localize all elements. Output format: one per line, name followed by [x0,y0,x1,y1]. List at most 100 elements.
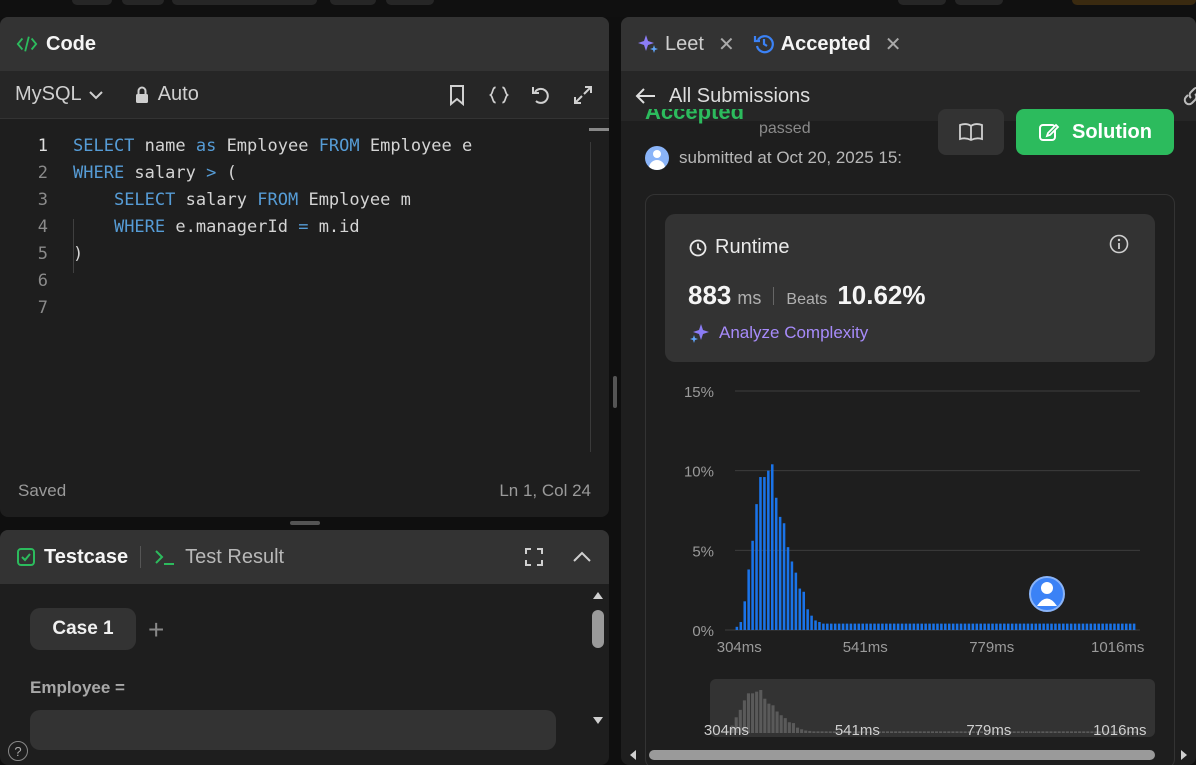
histogram-bar[interactable] [1054,623,1057,630]
top-pill[interactable] [122,0,164,5]
histogram-bar[interactable] [1081,623,1085,630]
runtime-card[interactable]: Runtime 883 ms Beats 10.62% Analyze Comp… [665,214,1155,362]
code-line[interactable]: 2 WHERE salary > ( [0,160,609,187]
analyze-complexity-link[interactable]: Analyze Complexity [689,322,868,344]
histogram-bar[interactable] [983,623,986,630]
top-pill[interactable] [386,0,434,5]
histogram-bar[interactable] [1121,623,1124,630]
histogram-bar[interactable] [786,547,790,630]
histogram-bar[interactable] [940,623,943,630]
format-braces-icon[interactable] [488,84,510,106]
histogram-bar[interactable] [916,623,920,630]
result-horizontal-scrollbar[interactable] [627,747,1190,763]
histogram-bar[interactable] [1065,623,1069,630]
histogram-bar[interactable] [1101,623,1104,630]
code-line[interactable]: 7 [0,295,609,322]
expand-icon[interactable] [572,84,594,106]
histogram-bar[interactable] [810,615,813,630]
histogram-bar[interactable] [908,623,912,630]
histogram-bar[interactable] [1113,623,1116,630]
tab-accepted[interactable]: Accepted ✕ [753,32,902,57]
histogram-bar[interactable] [1030,623,1034,630]
histogram-bar[interactable] [920,623,923,630]
histogram-bar[interactable] [853,623,857,630]
tab-test-result[interactable]: Test Result [153,546,284,569]
histogram-bar[interactable] [833,623,837,630]
histogram-bar[interactable] [861,623,864,630]
histogram-bar[interactable] [951,623,955,630]
histogram-bar[interactable] [873,623,876,630]
histogram-bar[interactable] [782,523,786,630]
histogram-bar[interactable] [1105,623,1108,630]
histogram-bar[interactable] [1042,623,1045,630]
case-1-tab[interactable]: Case 1 [30,608,136,650]
histogram-bar[interactable] [1018,623,1022,630]
employee-input[interactable] [30,710,556,750]
histogram-bar[interactable] [1097,623,1100,630]
editor-scroll-thumb[interactable] [589,128,609,131]
histogram-bar[interactable] [959,623,963,630]
histogram-bar[interactable] [955,623,959,630]
histogram-bar[interactable] [1132,623,1136,630]
histogram-bar[interactable] [912,623,916,630]
tab-testcase[interactable]: Testcase [16,546,128,569]
top-pill[interactable] [330,0,376,5]
histogram-bar[interactable] [759,477,762,630]
histogram-bar[interactable] [885,623,888,630]
code-line[interactable]: 5) [0,241,609,268]
histogram-bar[interactable] [1006,623,1010,630]
histogram-bar[interactable] [1128,623,1132,630]
fullscreen-icon[interactable] [523,546,545,568]
histogram-bar[interactable] [1073,623,1077,630]
reset-icon[interactable] [530,84,552,106]
histogram-bar[interactable] [971,623,975,630]
histogram-bar[interactable] [1010,623,1014,630]
histogram-bar[interactable] [837,623,841,630]
top-pill[interactable] [1072,0,1196,5]
histogram-bar[interactable] [1058,623,1061,630]
histogram-bar[interactable] [932,623,935,630]
histogram-bar[interactable] [947,623,951,630]
histogram-bar[interactable] [1093,623,1097,630]
horizontal-resize-handle[interactable] [290,521,320,525]
close-icon[interactable]: ✕ [885,32,902,57]
histogram-bar[interactable] [1109,623,1112,630]
histogram-bar[interactable] [999,623,1002,630]
editorial-button[interactable] [938,109,1004,155]
histogram-bar[interactable] [802,591,805,630]
chevron-up-icon[interactable] [571,546,593,568]
histogram-bar[interactable] [818,622,821,630]
histogram-bar[interactable] [928,623,931,630]
histogram-bar[interactable] [826,623,829,630]
histogram-bar[interactable] [849,623,853,630]
histogram-bar[interactable] [979,623,982,630]
help-icon[interactable]: ? [8,741,28,761]
histogram-bar[interactable] [967,623,971,630]
histogram-bar[interactable] [881,623,884,630]
code-tab-title[interactable]: Code [46,33,96,56]
histogram-bar[interactable] [865,623,868,630]
histogram-bar[interactable] [743,601,746,630]
runtime-distribution-chart[interactable]: 15%10%5%0%304ms 541ms 779ms 1016ms304ms 541m… [646,365,1176,765]
histogram-bar[interactable] [888,623,892,630]
histogram-bar[interactable] [778,516,782,630]
histogram-bar[interactable] [1089,623,1093,630]
tab-leet[interactable]: Leet ✕ [637,32,735,57]
all-submissions-link[interactable]: All Submissions [669,85,810,108]
histogram-bar[interactable] [896,623,900,630]
histogram-bar[interactable] [798,588,802,630]
histogram-bar[interactable] [1014,623,1018,630]
arrow-left-icon[interactable] [635,86,657,106]
histogram-bar[interactable] [774,497,778,630]
histogram-bar[interactable] [900,623,904,630]
histogram-bar[interactable] [1003,623,1006,630]
link-icon[interactable] [1182,85,1196,107]
histogram-bar[interactable] [790,561,794,630]
histogram-bar[interactable] [806,609,809,630]
code-line[interactable]: 6 [0,268,609,295]
histogram-bar[interactable] [814,620,817,630]
solution-button[interactable]: Solution [1016,109,1174,155]
histogram-bar[interactable] [1050,623,1053,630]
code-line[interactable]: 1 SELECT name as Employee FROM Employee e [0,133,609,160]
histogram-bar[interactable] [975,623,979,630]
